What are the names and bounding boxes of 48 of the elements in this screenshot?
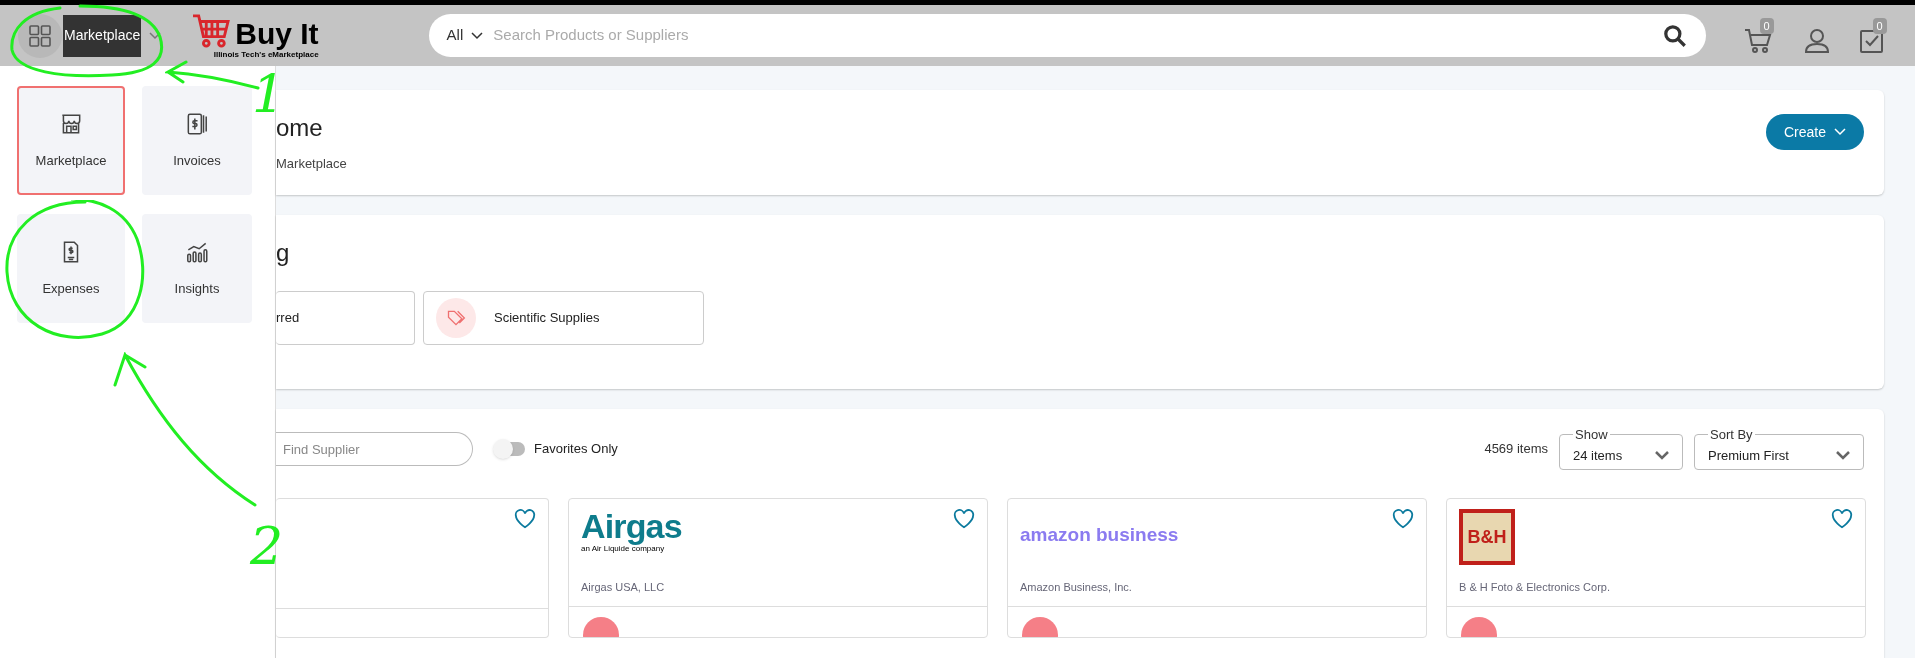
category-chip[interactable]: Scientific Supplies [423,291,704,345]
chevron-down-icon [1836,451,1850,461]
section-title: g [276,241,291,265]
supplier-card[interactable]: Airgas an Air Liquide company Airgas USA, LLC [568,498,988,638]
search-input[interactable]: Search Products or Suppliers [493,24,1662,47]
chevron-down-icon [1834,128,1846,136]
category-chip[interactable]: rred [276,291,415,345]
heart-icon[interactable] [1392,509,1414,529]
select-field[interactable]: Sort By Premium First [1694,428,1864,470]
logo-title: Buy It [235,18,319,49]
cart-count-badge: 0 [1759,17,1774,34]
app-menu-tile[interactable]: Marketplace [17,86,125,195]
supplier-logo: B&H [1459,509,1515,565]
supplier-card[interactable]: amazon business Amazon Business, Inc. [1007,498,1427,638]
find-supplier-field[interactable]: Find Supplier [276,432,473,466]
heart-icon[interactable] [514,509,536,529]
item-count: 4569 items [1484,440,1548,459]
app-menu-tile[interactable]: Invoices [142,86,252,195]
chevron-down-icon [1655,451,1669,461]
chevron-down-icon [471,31,484,40]
shopping-cart-logo-icon [191,12,232,49]
app-menu-tile[interactable]: Insights [142,214,252,323]
supplier-card[interactable]: B&H B & H Foto & Electronics Corp. [1446,498,1866,638]
search-bar[interactable]: All Search Products or Suppliers [428,14,1706,57]
favorites-toggle[interactable] [495,442,525,456]
supplier-logo: amazon business [1020,523,1179,547]
create-button[interactable]: Create [1765,114,1864,150]
logo-subtitle: Illinois Tech's eMarketplace [213,50,319,59]
tag-icon [436,298,476,338]
grid-icon [29,24,51,47]
heart-icon[interactable] [1831,509,1853,529]
user-icon[interactable] [1802,27,1831,54]
chevron-down-icon [149,31,162,40]
app-grid-button[interactable] [18,13,62,58]
annotation-number: 2 [250,520,284,572]
tasks-count-badge: 0 [1872,17,1887,34]
heart-icon[interactable] [953,509,975,529]
supplier-name: B & H Foto & Electronics Corp. [1459,580,1611,595]
select-field[interactable]: Show 24 items [1559,428,1683,470]
breadcrumb: Marketplace [276,155,347,173]
search-scope[interactable]: All [446,24,464,47]
app-menu-tile[interactable]: Expenses [17,214,125,323]
toggle-label: Favorites Only [534,440,618,459]
supplier-name: Amazon Business, Inc. [1020,580,1133,595]
supplier-name: Airgas USA, LLC [581,580,666,595]
search-icon[interactable] [1661,22,1688,49]
app-switcher[interactable]: Marketplace [63,14,142,57]
supplier-logo: Airgas an Air Liquide company [581,509,682,555]
